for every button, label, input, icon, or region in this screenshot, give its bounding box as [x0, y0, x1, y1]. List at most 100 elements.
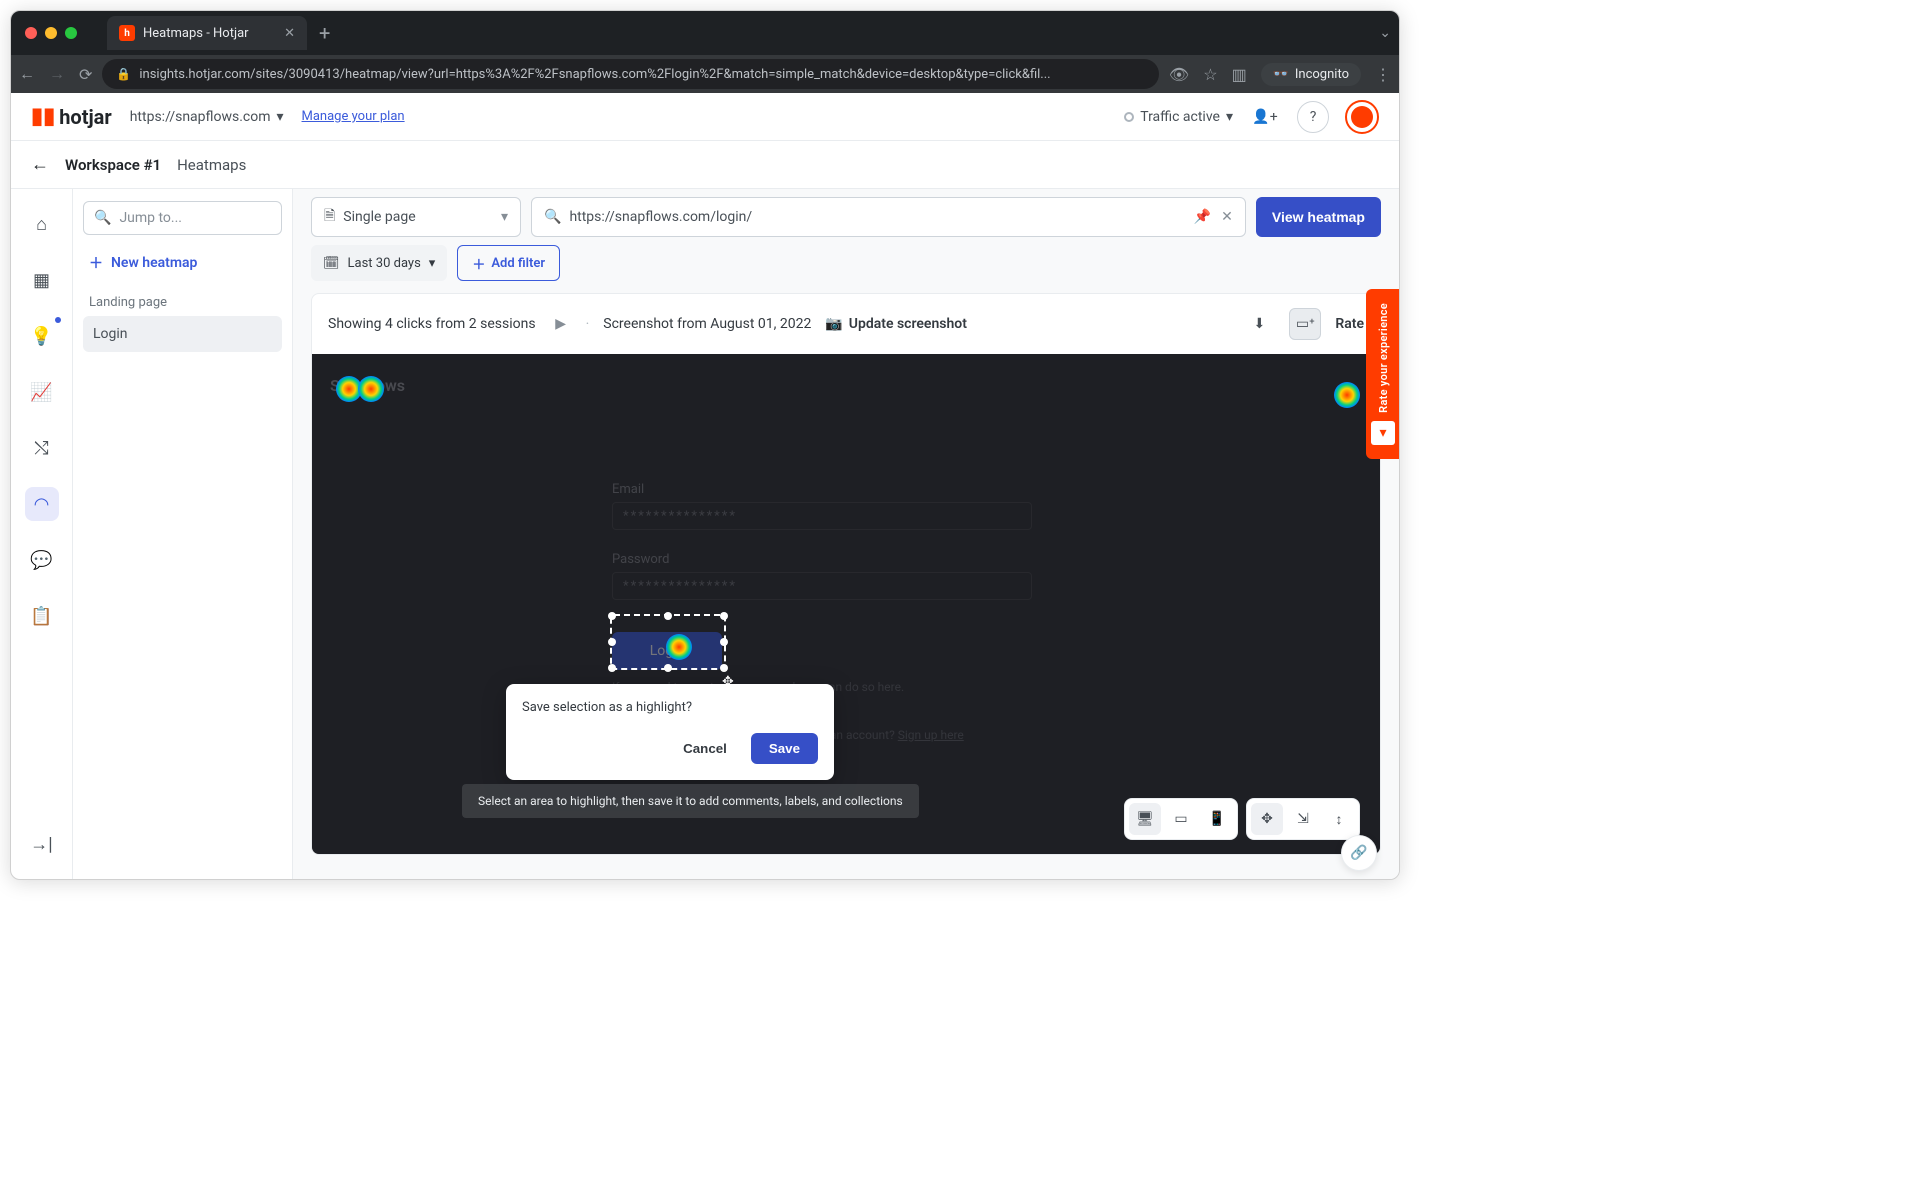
- click-heatmap-icon[interactable]: ✥: [1251, 803, 1283, 835]
- mobile-icon[interactable]: 📱: [1201, 803, 1233, 835]
- incognito-icon: 👓: [1273, 67, 1289, 82]
- clear-icon[interactable]: ✕: [1221, 209, 1233, 225]
- move-heatmap-icon[interactable]: ⇲: [1287, 803, 1319, 835]
- tab-overflow-icon[interactable]: ⌄: [1379, 25, 1391, 41]
- play-icon[interactable]: ▶: [550, 313, 572, 335]
- rate-experience-widget[interactable]: Rate your experience ▾: [1366, 289, 1399, 459]
- url-input[interactable]: 🔒 insights.hotjar.com/sites/3090413/heat…: [102, 59, 1159, 89]
- sidebar-group-label: Landing page: [83, 285, 282, 316]
- resize-handle[interactable]: [720, 612, 728, 620]
- close-window-icon[interactable]: [25, 27, 37, 39]
- rail-home-icon[interactable]: ⌂: [25, 207, 59, 241]
- card-header: Showing 4 clicks from 2 sessions ▶ · Scr…: [312, 294, 1380, 354]
- reload-icon[interactable]: ⟳: [79, 65, 92, 84]
- breadcrumb-workspace[interactable]: Workspace #1: [65, 156, 161, 174]
- hint-toast: Select an area to highlight, then save i…: [462, 784, 919, 818]
- address-bar: ← → ⟳ 🔒 insights.hotjar.com/sites/309041…: [11, 55, 1399, 93]
- url-filter[interactable]: 🔍 https://snapflows.com/login/ 📌 ✕: [531, 197, 1246, 237]
- resize-handle[interactable]: [664, 612, 672, 620]
- resize-handle[interactable]: [608, 638, 616, 646]
- desktop-icon[interactable]: 🖥: [1129, 803, 1161, 835]
- window-controls[interactable]: [25, 27, 77, 39]
- heatmap-card: Showing 4 clicks from 2 sessions ▶ · Scr…: [311, 293, 1381, 855]
- tab-title: Heatmaps - Hotjar: [143, 26, 249, 41]
- link-fab[interactable]: 🔗: [1341, 835, 1377, 871]
- rail-chart-icon[interactable]: 📈: [25, 375, 59, 409]
- tab-strip: h Heatmaps - Hotjar ✕ + ⌄: [11, 11, 1399, 55]
- traffic-dot-icon: [1124, 112, 1134, 122]
- rail-funnel-icon[interactable]: ⤭: [25, 431, 59, 465]
- update-screenshot-label: Update screenshot: [849, 316, 967, 332]
- site-dropdown[interactable]: https://snapflows.com ▾: [130, 109, 284, 125]
- heat-dot: [358, 376, 384, 402]
- new-tab-button[interactable]: +: [319, 21, 330, 45]
- date-filter[interactable]: 🗓 Last 30 days ▾: [311, 245, 447, 281]
- screenshot-date: Screenshot from August 01, 2022: [603, 316, 811, 332]
- bookmark-star-icon[interactable]: ☆: [1203, 65, 1217, 84]
- cancel-button[interactable]: Cancel: [669, 733, 741, 764]
- link-icon: 🔗: [1350, 845, 1367, 861]
- add-filter-button[interactable]: ＋ Add filter: [457, 245, 560, 281]
- selection-marquee[interactable]: [610, 614, 726, 670]
- close-tab-icon[interactable]: ✕: [284, 26, 295, 41]
- manage-plan-link[interactable]: Manage your plan: [302, 109, 405, 124]
- update-screenshot-button[interactable]: 📷 Update screenshot: [825, 316, 967, 332]
- rail-chat-icon[interactable]: 💬: [25, 543, 59, 577]
- resize-handle[interactable]: [608, 612, 616, 620]
- avatar[interactable]: [1345, 100, 1379, 134]
- traffic-status[interactable]: Traffic active ▾: [1124, 109, 1233, 125]
- sidebar-item-login[interactable]: Login: [83, 316, 282, 352]
- camera-icon: 📷: [825, 316, 842, 332]
- tablet-icon[interactable]: ▭: [1165, 803, 1197, 835]
- new-heatmap-button[interactable]: ＋ New heatmap: [83, 241, 282, 285]
- maximize-window-icon[interactable]: [65, 27, 77, 39]
- rate-button[interactable]: Rate: [1335, 316, 1364, 332]
- separator-dot: ·: [586, 316, 590, 332]
- resize-handle[interactable]: [720, 638, 728, 646]
- rail-clipboard-icon[interactable]: 📋: [25, 599, 59, 633]
- highlight-tool-icon[interactable]: ▭⁺: [1289, 308, 1321, 340]
- new-heatmap-label: New heatmap: [111, 255, 197, 271]
- resize-handle[interactable]: [664, 664, 672, 672]
- heatmap-viewport[interactable]: Snapflows Email *************** Password…: [312, 354, 1380, 854]
- rail-heatmap-icon[interactable]: ◠: [25, 487, 59, 521]
- invite-user-icon[interactable]: 👤+: [1249, 101, 1281, 133]
- view-heatmap-button[interactable]: View heatmap: [1256, 197, 1381, 237]
- jump-search[interactable]: 🔍 Jump to...: [83, 201, 282, 235]
- hotjar-logo[interactable]: ▮▮ hotjar: [31, 104, 112, 129]
- browser-window: h Heatmaps - Hotjar ✕ + ⌄ ← → ⟳ 🔒 insigh…: [10, 10, 1400, 880]
- breadcrumb-page: Heatmaps: [177, 156, 246, 174]
- back-arrow-icon[interactable]: ←: [31, 154, 49, 175]
- eye-off-icon[interactable]: 👁: [1169, 65, 1189, 84]
- extensions-icon[interactable]: ▥: [1232, 65, 1247, 84]
- save-button[interactable]: Save: [751, 733, 818, 764]
- kebab-menu-icon[interactable]: ⋮: [1375, 65, 1391, 84]
- download-icon[interactable]: ⬇: [1243, 308, 1275, 340]
- logo-text: hotjar: [59, 105, 112, 129]
- pin-icon[interactable]: 📌: [1194, 209, 1211, 225]
- resize-handle[interactable]: [608, 664, 616, 672]
- viewport-toolbar: 🖥 ▭ 📱 ✥ ⇲ ↕: [1124, 798, 1360, 840]
- scroll-heatmap-icon[interactable]: ↕: [1323, 803, 1355, 835]
- app-header: ▮▮ hotjar https://snapflows.com ▾ Manage…: [11, 93, 1399, 141]
- help-icon[interactable]: ?: [1297, 101, 1329, 133]
- sidebar: 🔍 Jump to... ＋ New heatmap Landing page …: [73, 189, 293, 879]
- browser-tab[interactable]: h Heatmaps - Hotjar ✕: [107, 16, 307, 50]
- plus-icon: ＋: [89, 253, 103, 273]
- resize-handle[interactable]: [720, 664, 728, 672]
- dark-overlay: [312, 354, 1380, 854]
- incognito-label: Incognito: [1295, 67, 1349, 82]
- minimize-window-icon[interactable]: [45, 27, 57, 39]
- chevron-down-icon: ▾: [429, 256, 436, 271]
- page-mode-label: Single page: [343, 209, 415, 225]
- heat-dot: [1334, 382, 1360, 408]
- rail-bulb-icon[interactable]: 💡: [25, 319, 59, 353]
- page-mode-dropdown[interactable]: 🗎 Single page ▾: [311, 197, 521, 237]
- add-filter-label: Add filter: [491, 256, 545, 271]
- jump-placeholder: Jump to...: [119, 210, 182, 226]
- rail-collapse-icon[interactable]: →|: [25, 827, 59, 861]
- rail-grid-icon[interactable]: ▦: [25, 263, 59, 297]
- nav-back-icon[interactable]: ←: [19, 64, 35, 84]
- plus-icon: ＋: [472, 254, 485, 273]
- sidebar-item-label: Login: [93, 326, 128, 342]
